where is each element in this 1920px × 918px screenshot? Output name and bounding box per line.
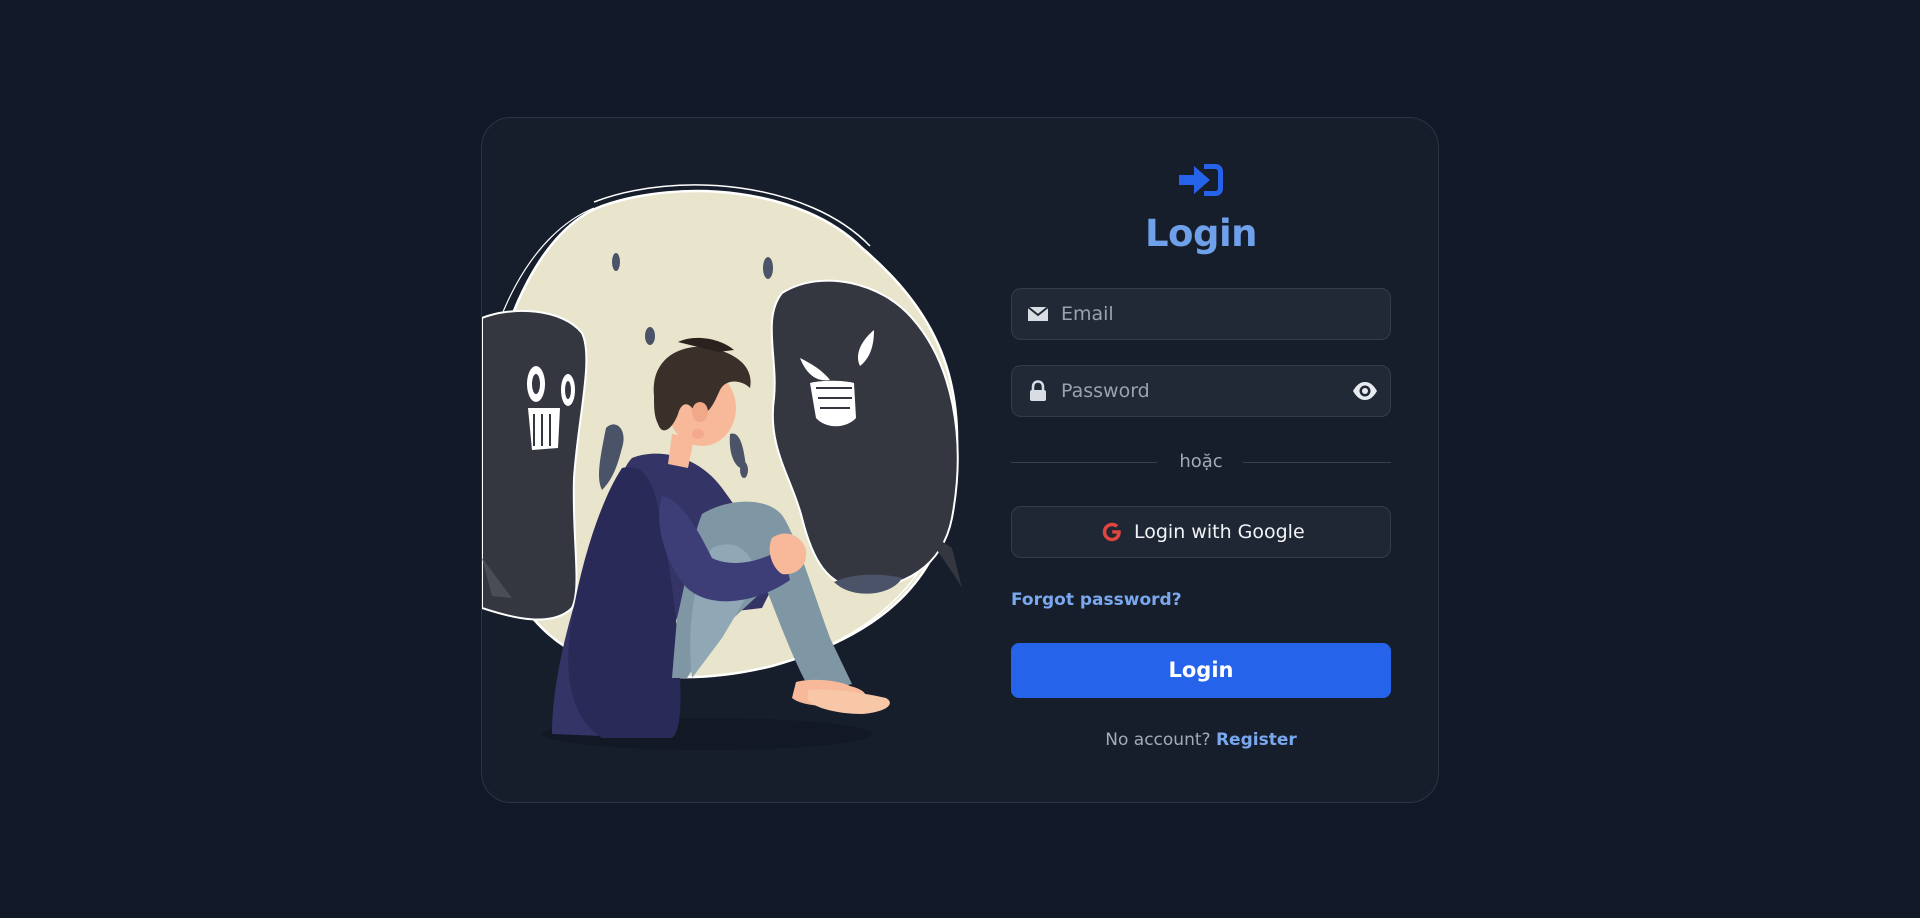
- google-login-button[interactable]: Login with Google: [1011, 506, 1391, 558]
- password-field[interactable]: [1011, 365, 1391, 417]
- envelope-icon: [1027, 306, 1049, 321]
- password-input[interactable]: [1061, 366, 1341, 416]
- register-prompt: No account?: [1105, 730, 1211, 750]
- forgot-password-link[interactable]: Forgot password?: [1011, 590, 1182, 610]
- email-field[interactable]: [1011, 288, 1391, 340]
- register-row: No account? Register: [1011, 730, 1391, 750]
- login-form: Login hoặc: [1011, 118, 1391, 802]
- eye-icon[interactable]: [1352, 380, 1378, 402]
- divider-line-right: [1243, 462, 1391, 463]
- login-button[interactable]: Login: [1011, 643, 1391, 698]
- or-divider: hoặc: [1011, 448, 1391, 478]
- page-title: Login: [1144, 212, 1258, 255]
- register-link[interactable]: Register: [1216, 730, 1297, 750]
- lock-icon: [1030, 380, 1046, 401]
- email-input[interactable]: [1061, 289, 1341, 339]
- sad-boy-with-ghosts-illustration: [482, 118, 962, 802]
- google-icon: [1102, 522, 1121, 542]
- login-card: Login hoặc: [481, 117, 1439, 803]
- google-login-label: Login with Google: [1134, 521, 1305, 543]
- sign-in-icon: [1179, 164, 1223, 196]
